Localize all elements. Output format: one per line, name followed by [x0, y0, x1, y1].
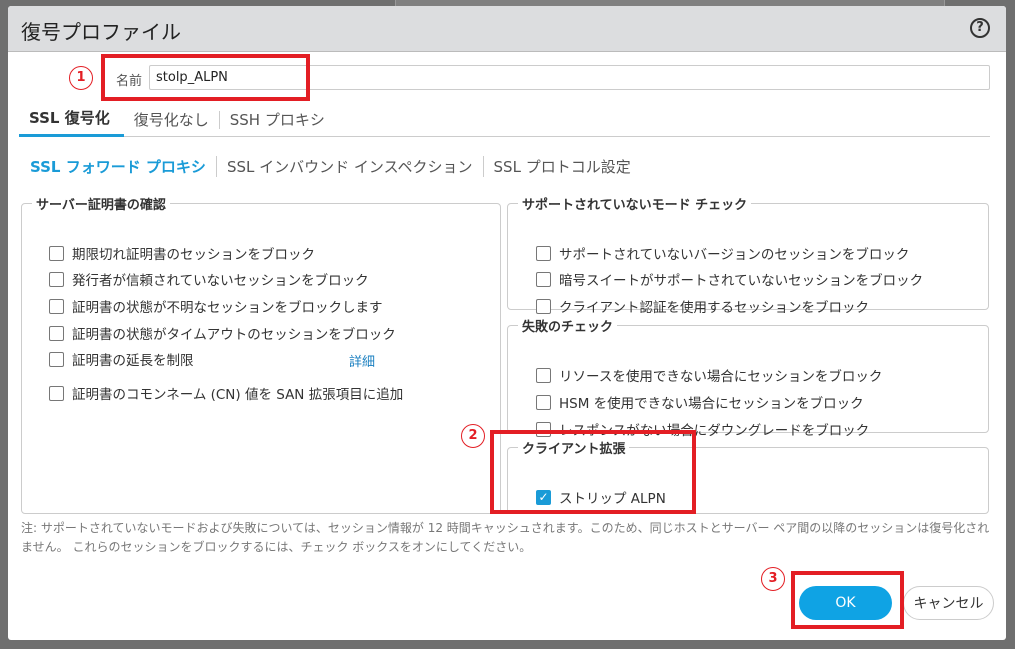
- checkbox[interactable]: [536, 271, 551, 287]
- checkbox-label: 暗号スイートがサポートされていないセッションをブロック: [559, 273, 924, 289]
- details-link[interactable]: 詳細: [349, 351, 375, 370]
- dialog-header: 復号プロファイル ?: [8, 6, 1006, 52]
- subtab-ssl-protocol-settings[interactable]: SSL プロトコル設定: [484, 156, 641, 177]
- annotation-number-1: 1: [69, 66, 93, 90]
- failure-check-group: 失敗のチェック リソースを使用できない場合にセッションをブロック HSM を使用…: [507, 316, 989, 439]
- tab-ssl-decryption[interactable]: SSL 復号化: [19, 104, 124, 137]
- tab-no-decryption[interactable]: 復号化なし: [124, 111, 220, 129]
- decryption-profile-dialog: 復号プロファイル ? 名前 SSL 復号化 復号化なし SSH プロキシ SSL…: [8, 6, 1006, 640]
- subtab-ssl-forward-proxy[interactable]: SSL フォワード プロキシ: [30, 156, 217, 177]
- checkbox[interactable]: [49, 385, 64, 401]
- checkbox[interactable]: [49, 351, 64, 367]
- checkbox-block-timeout-status[interactable]: 証明書の状態がタイムアウトのセッションをブロック: [49, 323, 396, 343]
- checkbox[interactable]: [49, 298, 64, 314]
- unsupported-legend: サポートされていないモード チェック: [522, 198, 748, 213]
- checkbox-block-resource-unavailable[interactable]: リソースを使用できない場合にセッションをブロック: [536, 365, 882, 385]
- checkbox-block-untrusted-issuer[interactable]: 発行者が信頼されていないセッションをブロック: [49, 269, 369, 289]
- annotation-box-2: [490, 430, 696, 514]
- unsupported-mode-group: サポートされていないモード チェック サポートされていないバージョンのセッション…: [507, 194, 989, 316]
- checkbox-label: 証明書のコモンネーム (CN) 値を SAN 拡張項目に追加: [72, 387, 404, 403]
- checkbox[interactable]: [49, 245, 64, 261]
- checkbox-block-unsupported-cipher[interactable]: 暗号スイートがサポートされていないセッションをブロック: [536, 269, 923, 289]
- checkbox-block-unknown-status[interactable]: 証明書の状態が不明なセッションをブロックします: [49, 296, 383, 316]
- annotation-number-3: 3: [761, 567, 785, 591]
- annotation-box-3: [791, 571, 904, 629]
- checkbox-label: 証明書の状態がタイムアウトのセッションをブロック: [72, 327, 396, 343]
- checkbox-label: 証明書の延長を制限: [72, 353, 194, 369]
- help-icon[interactable]: ?: [970, 18, 990, 38]
- subtab-bar: SSL フォワード プロキシ SSL インバウンド インスペクション SSL プ…: [30, 156, 641, 177]
- tab-ssh-proxy[interactable]: SSH プロキシ: [220, 111, 335, 129]
- server-cert-legend: サーバー証明書の確認: [36, 198, 166, 213]
- failure-legend: 失敗のチェック: [522, 320, 614, 335]
- checkbox-block-unsupported-version[interactable]: サポートされていないバージョンのセッションをブロック: [536, 243, 909, 263]
- checkbox[interactable]: [536, 245, 551, 261]
- dialog-title: 復号プロファイル: [21, 20, 181, 44]
- checkbox-label: 期限切れ証明書のセッションをブロック: [72, 247, 315, 263]
- cache-note: 注: サポートされていないモードおよび失敗については、セッション情報が 12 時…: [21, 521, 990, 554]
- checkbox-label: サポートされていないバージョンのセッションをブロック: [559, 247, 910, 263]
- checkbox-label: 発行者が信頼されていないセッションをブロック: [72, 273, 369, 289]
- checkbox-append-cn-to-san[interactable]: 証明書のコモンネーム (CN) 値を SAN 拡張項目に追加: [49, 383, 403, 403]
- checkbox-block-client-auth[interactable]: クライアント認証を使用するセッションをブロック: [536, 296, 869, 316]
- checkbox-block-hsm-unavailable[interactable]: HSM を使用できない場合にセッションをブロック: [536, 392, 864, 412]
- checkbox[interactable]: [49, 325, 64, 341]
- annotation-number-2: 2: [461, 424, 485, 448]
- checkbox-label: HSM を使用できない場合にセッションをブロック: [559, 396, 864, 412]
- checkbox[interactable]: [536, 298, 551, 314]
- checkbox-label: リソースを使用できない場合にセッションをブロック: [559, 369, 883, 385]
- server-cert-group: サーバー証明書の確認 期限切れ証明書のセッションをブロック 発行者が信頼されてい…: [21, 194, 501, 514]
- checkbox[interactable]: [49, 271, 64, 287]
- checkbox[interactable]: [536, 394, 551, 410]
- annotation-box-1: [101, 54, 310, 101]
- checkbox[interactable]: [536, 367, 551, 383]
- checkbox-label: クライアント認証を使用するセッションをブロック: [559, 300, 869, 316]
- cancel-button[interactable]: キャンセル: [903, 586, 994, 620]
- tab-bar: SSL 復号化 復号化なし SSH プロキシ: [19, 104, 990, 137]
- checkbox-restrict-extensions[interactable]: 証明書の延長を制限: [49, 349, 194, 369]
- checkbox-block-expired[interactable]: 期限切れ証明書のセッションをブロック: [49, 243, 315, 263]
- subtab-ssl-inbound-inspection[interactable]: SSL インバウンド インスペクション: [217, 156, 484, 177]
- checkbox-label: 証明書の状態が不明なセッションをブロックします: [72, 300, 383, 316]
